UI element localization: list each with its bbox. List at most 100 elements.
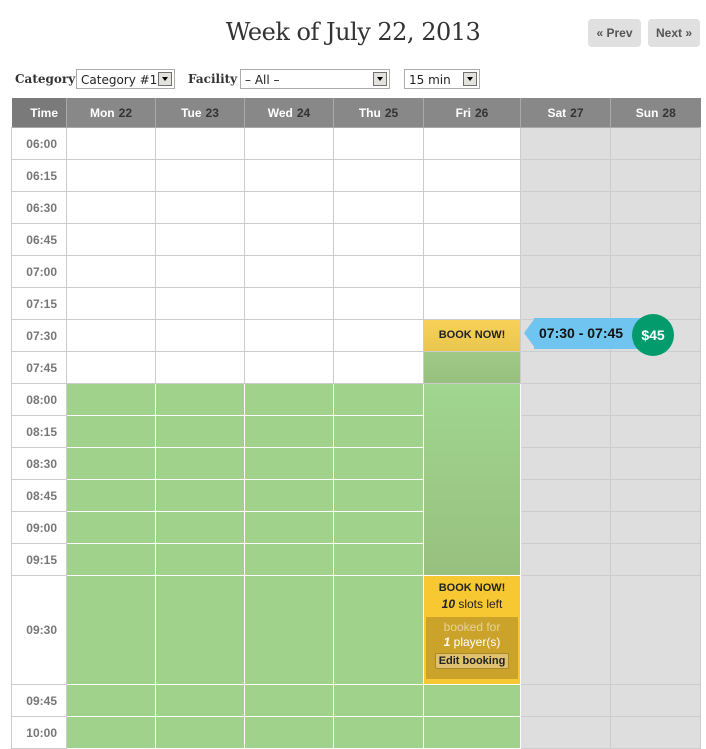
slot-cell[interactable] <box>244 415 334 448</box>
slot-cell[interactable] <box>66 447 156 480</box>
slot-cell[interactable] <box>610 127 701 160</box>
slot-cell[interactable]: BOOK NOW! 10 slots left booked for 1 player… <box>423 575 521 685</box>
slot-cell[interactable] <box>155 255 245 288</box>
slot-cell[interactable] <box>244 684 334 717</box>
book-now-button[interactable]: BOOK NOW! <box>424 320 520 351</box>
slot-cell[interactable] <box>155 319 245 352</box>
slot-cell[interactable] <box>66 319 156 352</box>
slot-cell[interactable] <box>520 479 611 512</box>
slot-cell[interactable] <box>333 575 424 685</box>
slot-cell[interactable] <box>610 415 701 448</box>
chevron-down-icon[interactable] <box>373 72 387 86</box>
slot-cell[interactable] <box>244 127 334 160</box>
slot-cell[interactable]: BOOK NOW! <box>423 319 521 352</box>
slot-cell[interactable] <box>244 191 334 224</box>
slot-cell[interactable] <box>155 479 245 512</box>
slot-cell[interactable] <box>66 351 156 384</box>
slot-cell[interactable] <box>66 191 156 224</box>
interval-select[interactable]: 15 min <box>404 69 480 89</box>
slot-cell[interactable] <box>610 255 701 288</box>
slot-cell[interactable] <box>155 716 245 749</box>
slot-cell[interactable] <box>333 255 424 288</box>
slot-cell[interactable] <box>333 447 424 480</box>
slot-cell[interactable] <box>610 383 701 416</box>
slot-cell[interactable] <box>423 191 521 224</box>
slot-cell[interactable] <box>333 415 424 448</box>
available-slot[interactable] <box>424 352 520 383</box>
slot-cell[interactable] <box>155 351 245 384</box>
slot-cell[interactable] <box>423 223 521 256</box>
slot-cell[interactable] <box>66 287 156 320</box>
slot-cell[interactable] <box>610 447 701 480</box>
slot-cell[interactable] <box>610 351 701 384</box>
slot-cell[interactable] <box>244 716 334 749</box>
slot-cell[interactable] <box>610 191 701 224</box>
slot-cell[interactable] <box>244 255 334 288</box>
slot-cell[interactable] <box>155 543 245 576</box>
slot-cell[interactable] <box>155 511 245 544</box>
slot-cell[interactable] <box>66 415 156 448</box>
slot-cell[interactable] <box>66 479 156 512</box>
slot-cell[interactable] <box>520 255 611 288</box>
slot-cell[interactable] <box>155 287 245 320</box>
slot-cell[interactable] <box>520 447 611 480</box>
slot-cell[interactable] <box>333 159 424 192</box>
slot-cell[interactable] <box>333 223 424 256</box>
slot-cell[interactable] <box>333 127 424 160</box>
slot-cell[interactable] <box>66 575 156 685</box>
slot-cell[interactable] <box>520 223 611 256</box>
slot-cell[interactable] <box>333 287 424 320</box>
slot-cell[interactable] <box>333 511 424 544</box>
available-slot-block[interactable] <box>424 384 520 575</box>
slot-cell[interactable] <box>155 415 245 448</box>
slot-cell[interactable] <box>423 159 521 192</box>
slot-cell[interactable] <box>520 716 611 749</box>
slot-cell[interactable] <box>244 511 334 544</box>
slot-cell[interactable] <box>155 684 245 717</box>
slot-cell[interactable] <box>66 543 156 576</box>
next-week-button[interactable]: Next » <box>648 19 700 47</box>
slot-cell[interactable] <box>520 383 611 416</box>
slot-cell[interactable] <box>333 191 424 224</box>
slot-cell[interactable] <box>155 127 245 160</box>
prev-week-button[interactable]: « Prev <box>588 19 641 47</box>
slot-cell[interactable] <box>610 511 701 544</box>
slot-cell[interactable] <box>155 191 245 224</box>
slot-cell[interactable] <box>244 575 334 685</box>
facility-select[interactable]: – All – <box>240 69 390 89</box>
slot-cell[interactable] <box>66 511 156 544</box>
slot-cell[interactable] <box>244 319 334 352</box>
edit-booking-button[interactable]: Edit booking <box>434 653 510 669</box>
slot-cell[interactable] <box>155 447 245 480</box>
slot-cell[interactable] <box>244 383 334 416</box>
slot-cell[interactable] <box>244 479 334 512</box>
slot-cell[interactable] <box>423 351 521 384</box>
slot-cell[interactable] <box>155 575 245 685</box>
slot-cell[interactable] <box>66 684 156 717</box>
slot-cell[interactable] <box>520 159 611 192</box>
slot-cell[interactable] <box>520 684 611 717</box>
slot-cell[interactable] <box>66 127 156 160</box>
slot-cell[interactable] <box>423 127 521 160</box>
slot-cell[interactable] <box>520 191 611 224</box>
slot-cell[interactable] <box>66 716 156 749</box>
slot-cell[interactable] <box>333 716 424 749</box>
slot-cell[interactable] <box>423 287 521 320</box>
slot-cell[interactable] <box>66 255 156 288</box>
booking-slot[interactable]: BOOK NOW! 10 slots left booked for 1 player… <box>424 576 520 684</box>
slot-cell[interactable] <box>244 159 334 192</box>
slot-cell[interactable] <box>66 383 156 416</box>
slot-cell[interactable] <box>155 383 245 416</box>
slot-cell[interactable] <box>333 479 424 512</box>
slot-cell[interactable] <box>66 223 156 256</box>
slot-cell[interactable] <box>423 684 521 717</box>
slot-cell[interactable] <box>423 255 521 288</box>
slot-cell[interactable] <box>333 319 424 352</box>
slot-cell[interactable] <box>610 684 701 717</box>
slot-cell[interactable] <box>520 511 611 544</box>
slot-cell[interactable] <box>244 543 334 576</box>
chevron-down-icon[interactable] <box>158 72 172 86</box>
slot-cell[interactable] <box>610 159 701 192</box>
slot-cell[interactable] <box>610 479 701 512</box>
slot-cell[interactable] <box>520 415 611 448</box>
